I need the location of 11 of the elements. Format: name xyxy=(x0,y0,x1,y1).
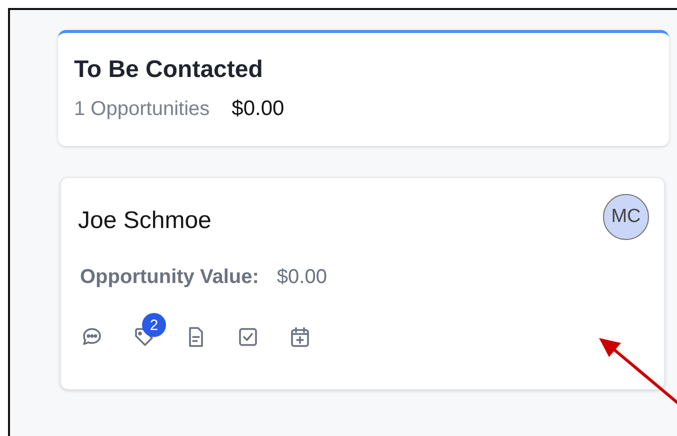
calendar-icon[interactable] xyxy=(288,325,312,349)
contact-name: Joe Schmoe xyxy=(78,207,212,235)
count-badge: 2 xyxy=(142,313,166,337)
value-label: Opportunity Value: xyxy=(80,266,259,289)
stage-title: To Be Contacted xyxy=(74,55,264,85)
avatar: MC xyxy=(603,194,649,240)
checkbox-icon[interactable] xyxy=(236,325,260,349)
opportunity-count: 1 Opportunities xyxy=(74,98,210,121)
value-amount: $0.00 xyxy=(276,266,327,289)
opportunity-card[interactable]: Joe Schmoe MC Opportunity Value: $0.00 2 xyxy=(60,177,665,390)
stage-total: $0.00 xyxy=(232,97,284,121)
